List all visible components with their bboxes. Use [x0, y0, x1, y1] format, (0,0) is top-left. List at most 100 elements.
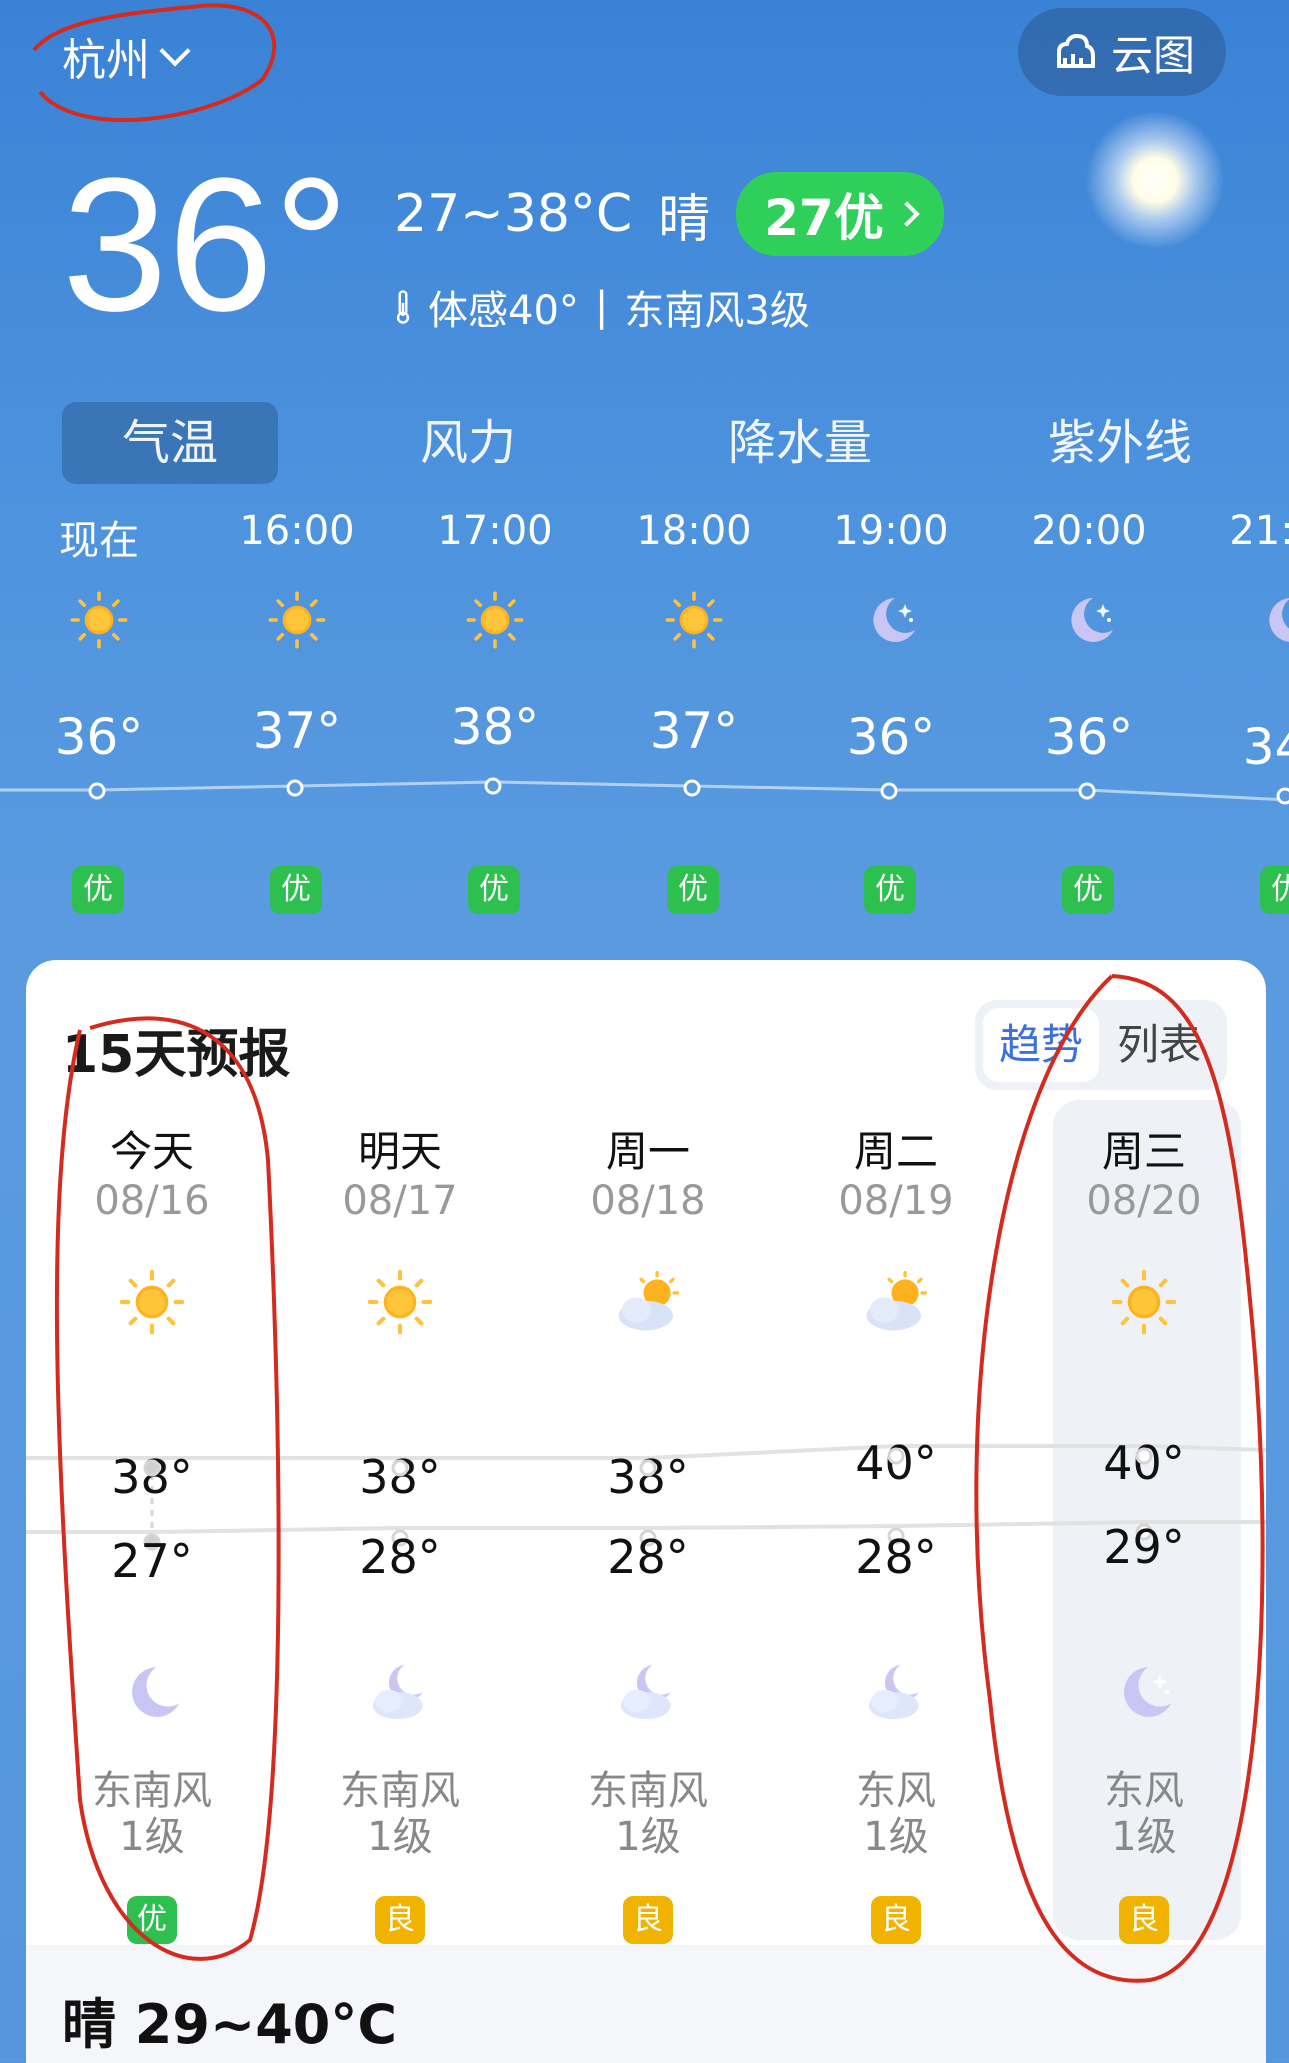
feels-like-row: 体感40° | 东南风3级	[394, 278, 810, 336]
day-aqi-badge: 良	[375, 1896, 425, 1944]
moon-icon	[1269, 598, 1289, 642]
moon-cloud-icon	[868, 1664, 919, 1720]
hourly-item: 现在 36° 优	[0, 508, 199, 928]
day-date: 08/18	[590, 1178, 706, 1224]
hour-temp: 37°	[649, 702, 739, 760]
high-temp-point	[391, 1459, 409, 1477]
hour-weather-icon	[465, 590, 525, 650]
sun-icon	[119, 1269, 185, 1335]
day-date: 08/19	[838, 1178, 954, 1224]
day-wind: 东南风 1级	[300, 1768, 500, 1860]
day-aqi-badge: 良	[1119, 1896, 1169, 1944]
chevron-down-icon	[159, 35, 191, 67]
day-wind: 东风 1级	[796, 1768, 996, 1860]
hour-time: 18:00	[636, 508, 752, 554]
day-date: 08/17	[342, 1178, 458, 1224]
night-weather-icon	[1110, 1658, 1178, 1726]
summary-text: 晴 29~40°C	[62, 1993, 397, 2056]
hour-weather-icon	[664, 590, 724, 650]
wind-direction: 东南风	[92, 1768, 212, 1814]
day-aqi-badge: 良	[623, 1896, 673, 1944]
hourly-item: 19:00 36° 优	[791, 508, 991, 928]
hour-temp-point	[286, 779, 304, 797]
hour-time: 19:00	[833, 508, 949, 554]
wind-level: 1级	[863, 1814, 929, 1860]
night-weather-icon	[614, 1658, 682, 1726]
day-wind: 东风 1级	[1044, 1768, 1244, 1860]
day-name: 明天	[357, 1127, 442, 1176]
day-low-temp: 28°	[359, 1530, 441, 1584]
day-aqi-badge: 优	[127, 1896, 177, 1944]
aqi-label: 27优	[764, 189, 884, 247]
temp-range: 27~38°C	[394, 184, 633, 244]
hourly-forecast[interactable]: 现在 36° 优 16:00 37° 优 17:00 38° 优 18:00 3…	[0, 508, 1289, 928]
wind-level: 1级	[367, 1814, 433, 1860]
hour-temp-point	[88, 782, 106, 800]
hour-time: 20:00	[1031, 508, 1147, 554]
tab-temperature[interactable]: 气温	[62, 402, 278, 484]
day-weather-icon	[1110, 1268, 1178, 1336]
hour-aqi-badge: 优	[864, 866, 916, 914]
sun-glow	[1085, 110, 1225, 250]
high-temp-point	[1135, 1447, 1153, 1465]
day-column[interactable]: 周三 08/20 40° 29° 东风 1级 良	[1044, 1118, 1244, 1978]
chevron-right-icon	[894, 201, 920, 227]
wind-direction: 东风	[856, 1768, 936, 1814]
day-aqi-badge: 良	[871, 1896, 921, 1944]
forecast-title: 15天预报	[62, 1025, 291, 1085]
moon-cloud-icon	[372, 1664, 423, 1720]
day-detail-summary: 晴 29~40°C	[58, 1980, 401, 2059]
tab-wind[interactable]: 风力	[368, 402, 568, 484]
weather-condition: 晴	[658, 189, 711, 250]
day-date: 08/16	[94, 1178, 210, 1224]
day-low-temp: 28°	[855, 1530, 937, 1584]
hour-temp: 34°	[1242, 718, 1289, 776]
high-temp-point	[143, 1459, 161, 1477]
cloud-map-icon	[1056, 33, 1095, 68]
toggle-list[interactable]: 列表	[1101, 1008, 1217, 1082]
sun-icon	[268, 591, 326, 649]
feels-like-text: 体感40°	[428, 288, 579, 334]
day-name: 今天	[109, 1127, 194, 1176]
day-column[interactable]: 周一 08/18 38° 28° 东南风 1级 良	[548, 1118, 748, 1978]
hour-aqi-badge: 优	[667, 866, 719, 914]
sun-cloud-icon	[866, 1270, 928, 1331]
hour-aqi-badge: 优	[1260, 866, 1289, 914]
day-date: 08/20	[1086, 1178, 1202, 1224]
hour-temp-point	[1276, 787, 1289, 805]
cloud-map-label: 云图	[1110, 30, 1195, 80]
day-low-temp: 28°	[607, 1530, 689, 1584]
hour-aqi-badge: 优	[72, 866, 124, 914]
view-toggle: 趋势 列表	[975, 1000, 1227, 1090]
hour-temp-point	[683, 779, 701, 797]
day-column[interactable]: 今天 08/16 38° 27° 东南风 1级 优	[52, 1118, 252, 1978]
day-wind: 东南风 1级	[52, 1768, 252, 1860]
moon-icon	[873, 598, 915, 642]
day-weather-icon	[118, 1268, 186, 1336]
city-selector[interactable]: 杭州	[62, 24, 191, 88]
high-temp-point	[887, 1447, 905, 1465]
hour-temp-point	[484, 777, 502, 795]
tab-precipitation[interactable]: 降水量	[680, 402, 920, 484]
day-low-temp: 27°	[111, 1534, 193, 1588]
night-weather-icon	[366, 1658, 434, 1726]
wind-level: 1级	[615, 1814, 681, 1860]
aqi-button[interactable]: 27优	[736, 172, 944, 256]
hourly-item: 17:00 38° 优	[395, 508, 595, 928]
metric-tabs: 气温 风力 降水量 紫外线	[62, 402, 1282, 484]
day-column[interactable]: 周二 08/19 40° 28° 东风 1级 良	[796, 1118, 996, 1978]
hour-weather-icon	[1059, 590, 1119, 650]
hourly-item: 20:00 36° 优	[989, 508, 1189, 928]
hour-temp: 38°	[450, 698, 540, 756]
hour-weather-icon	[861, 590, 921, 650]
tab-uv[interactable]: 紫外线	[1000, 402, 1240, 484]
hour-time: 17:00	[437, 508, 553, 554]
toggle-trend[interactable]: 趋势	[983, 1008, 1099, 1082]
wind-direction: 东南风	[588, 1768, 708, 1814]
daily-forecast: 今天 08/16 38° 27° 东南风 1级 优 明天 08/17 38° 2…	[0, 1118, 1289, 1978]
day-column[interactable]: 明天 08/17 38° 28° 东南风 1级 良	[300, 1118, 500, 1978]
hour-time: 现在	[59, 518, 139, 564]
today-summary: 27~38°C 晴 27优	[394, 172, 944, 256]
cloud-map-button[interactable]: 云图	[1018, 8, 1226, 96]
night-weather-icon	[862, 1658, 930, 1726]
